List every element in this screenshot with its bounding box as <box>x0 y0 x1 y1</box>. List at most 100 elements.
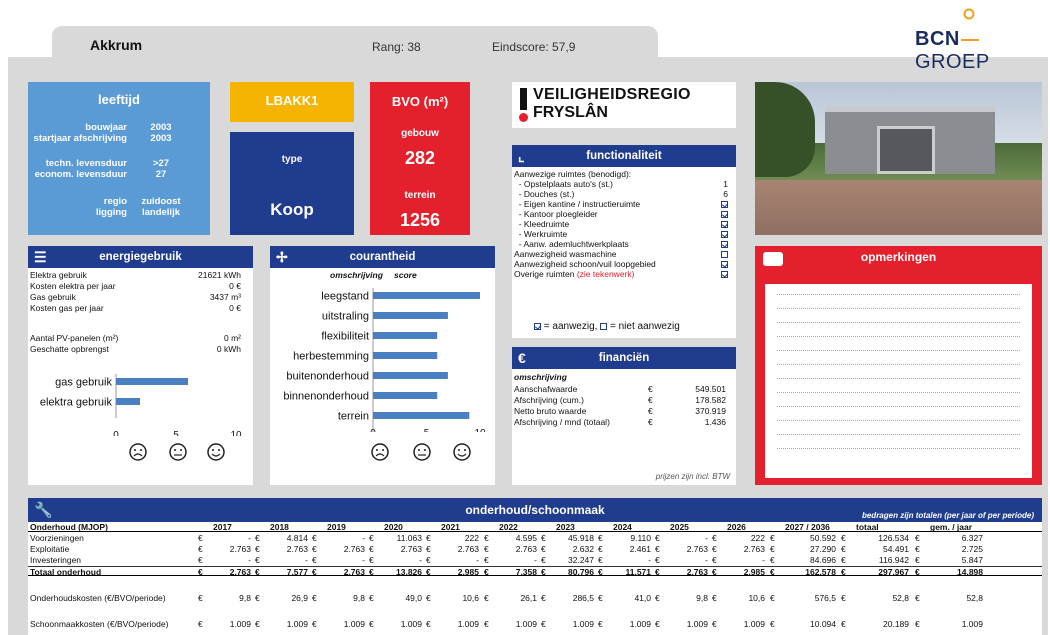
euro-sign: € <box>426 619 431 629</box>
leeftijd-title: leeftijd <box>98 92 140 107</box>
functionaliteit-item-label: - Kleedruimte <box>514 219 570 229</box>
euro-sign: € <box>541 567 546 577</box>
category-label: elektra gebruik <box>40 397 113 409</box>
comment-line <box>777 406 1020 407</box>
cell-value: 1.009 <box>961 619 983 629</box>
euro-sign: € <box>484 567 489 577</box>
bar <box>373 352 438 359</box>
cell-value: 2.763 <box>515 544 537 554</box>
euro-sign: € <box>598 544 603 554</box>
cell-value: 576,5 <box>814 593 836 603</box>
logo-line-1: VEILIGHEIDSREGIO <box>533 86 691 103</box>
euro-sign: € <box>255 533 260 543</box>
euro-sign: € <box>712 533 717 543</box>
cell-value: 6.327 <box>961 533 983 543</box>
cell-value: - <box>305 555 308 565</box>
euro-sign: € <box>655 567 660 577</box>
table-row: Onderhoudskosten (€/BVO/periode) €9,8 €26,… <box>28 593 1042 603</box>
bar <box>373 412 470 419</box>
energiegebruik-panel: ☰ energiegebruik Elektra gebruik 21621 kWh… <box>28 246 253 485</box>
euro-sign: € <box>655 555 660 565</box>
energy-key: Aantal PV-panelen (m²) <box>30 333 119 343</box>
euro-sign: € <box>198 567 203 577</box>
financien-title: financiën <box>598 352 650 364</box>
cell-value: 20.189 <box>883 619 909 629</box>
euro-sign: € <box>484 593 489 603</box>
location-name: Akkrum <box>90 37 143 53</box>
bar <box>116 398 140 405</box>
cell-value: 2.763 <box>743 544 765 554</box>
bar <box>373 392 438 399</box>
year-header: 2021 <box>441 522 460 532</box>
cell-value: 9,8 <box>353 593 365 603</box>
euro-sign: € <box>369 567 374 577</box>
tick-label: 0 <box>370 428 376 432</box>
euro-sign: € <box>484 555 489 565</box>
courantheid-bar-chart: leegstand uitstraling flexibiliteit herbest… <box>283 288 486 432</box>
fin-currency: € <box>648 395 653 405</box>
euro-sign: € <box>255 567 260 577</box>
tick-label: 5 <box>173 430 179 436</box>
opmerkingen-title: opmerkingen <box>860 250 937 264</box>
photo-tree <box>755 82 815 177</box>
courantheid-sub-omschrijving: omschrijving <box>330 270 383 280</box>
functionaliteit-item: Overige ruimten (zie tekenwerk) <box>514 269 732 279</box>
euro-sign: € <box>541 544 546 554</box>
euro-sign: € <box>770 593 775 603</box>
cell-value: 80.796 <box>568 567 594 577</box>
functionaliteit-item-label: - Douches (st.) <box>514 189 575 199</box>
checkbox-checked-icon <box>721 241 728 249</box>
category-label: herbestemming <box>293 351 369 363</box>
cell-value: - <box>362 555 365 565</box>
euro-sign: € <box>255 593 260 603</box>
onderhoud-note: bedragen zijn totalen (per jaar of per p… <box>861 511 1034 520</box>
cell-value: 4.814 <box>286 533 308 543</box>
cell-value: - <box>762 555 765 565</box>
year-header: 2025 <box>670 522 689 532</box>
smiley-rating-icons <box>129 443 225 461</box>
functionaliteit-item: Aanwezigheid wasmachine <box>514 249 732 259</box>
bar <box>373 292 480 299</box>
cell-value: 2.763 <box>229 544 251 554</box>
euro-sign: € <box>312 593 317 603</box>
functionaliteit-item-label: - Opstelplaats auto's (st.) <box>514 179 613 189</box>
database-icon: ☰ <box>34 249 47 265</box>
onderhoud-panel: 🔧 onderhoud/schoonmaak bedragen zijn tot… <box>28 498 1042 635</box>
fin-key: Aanschafwaarde <box>514 384 578 394</box>
rank-label: Rang: 38 <box>372 40 421 54</box>
cell-value: - <box>705 555 708 565</box>
cell-value: 1.009 <box>686 619 708 629</box>
euro-sign: € <box>915 555 920 565</box>
tick-label: 0 <box>113 430 119 436</box>
euro-sign: € <box>426 567 431 577</box>
category-label: buitenonderhoud <box>286 371 369 383</box>
logo-bcn-text: BCN <box>915 28 960 50</box>
functionaliteit-item-status <box>721 249 728 259</box>
category-label: terrein <box>338 411 369 423</box>
functionaliteit-item-label: - Werkruimte <box>514 229 568 239</box>
checkbox-checked-icon <box>721 261 728 269</box>
checkbox-checked-icon <box>534 322 541 330</box>
euro-sign: € <box>541 533 546 543</box>
functionaliteit-item: Aanwezige ruimtes (benodigd): <box>514 169 732 179</box>
fin-currency: € <box>648 417 653 427</box>
euro-sign: € <box>312 567 317 577</box>
neutral-face-icon <box>413 443 431 461</box>
energy-value: 21621 kWh <box>198 270 241 280</box>
euro-sign: € <box>484 533 489 543</box>
opmerkingen-textarea[interactable] <box>765 284 1032 478</box>
cell-value: 2.763 <box>343 567 365 577</box>
category-label: uitstraling <box>322 311 369 323</box>
cell-value: - <box>648 555 651 565</box>
table-row: Schoonmaakkosten (€/BVO/periode) €1.009 €1… <box>28 619 1042 629</box>
euro-sign: € <box>541 593 546 603</box>
comment-line <box>777 392 1020 393</box>
euro-sign: € <box>841 544 846 554</box>
year-header: gem. / jaar <box>930 522 973 532</box>
functionaliteit-item: - Kleedruimte <box>514 219 732 229</box>
leeftijd-card: leeftijd bouwjaar 2003 startjaar afschrij… <box>28 82 210 235</box>
euro-sign: € <box>598 593 603 603</box>
cell-value: 116.942 <box>878 555 909 565</box>
neutral-face-icon <box>169 443 187 461</box>
euro-sign: € <box>426 593 431 603</box>
